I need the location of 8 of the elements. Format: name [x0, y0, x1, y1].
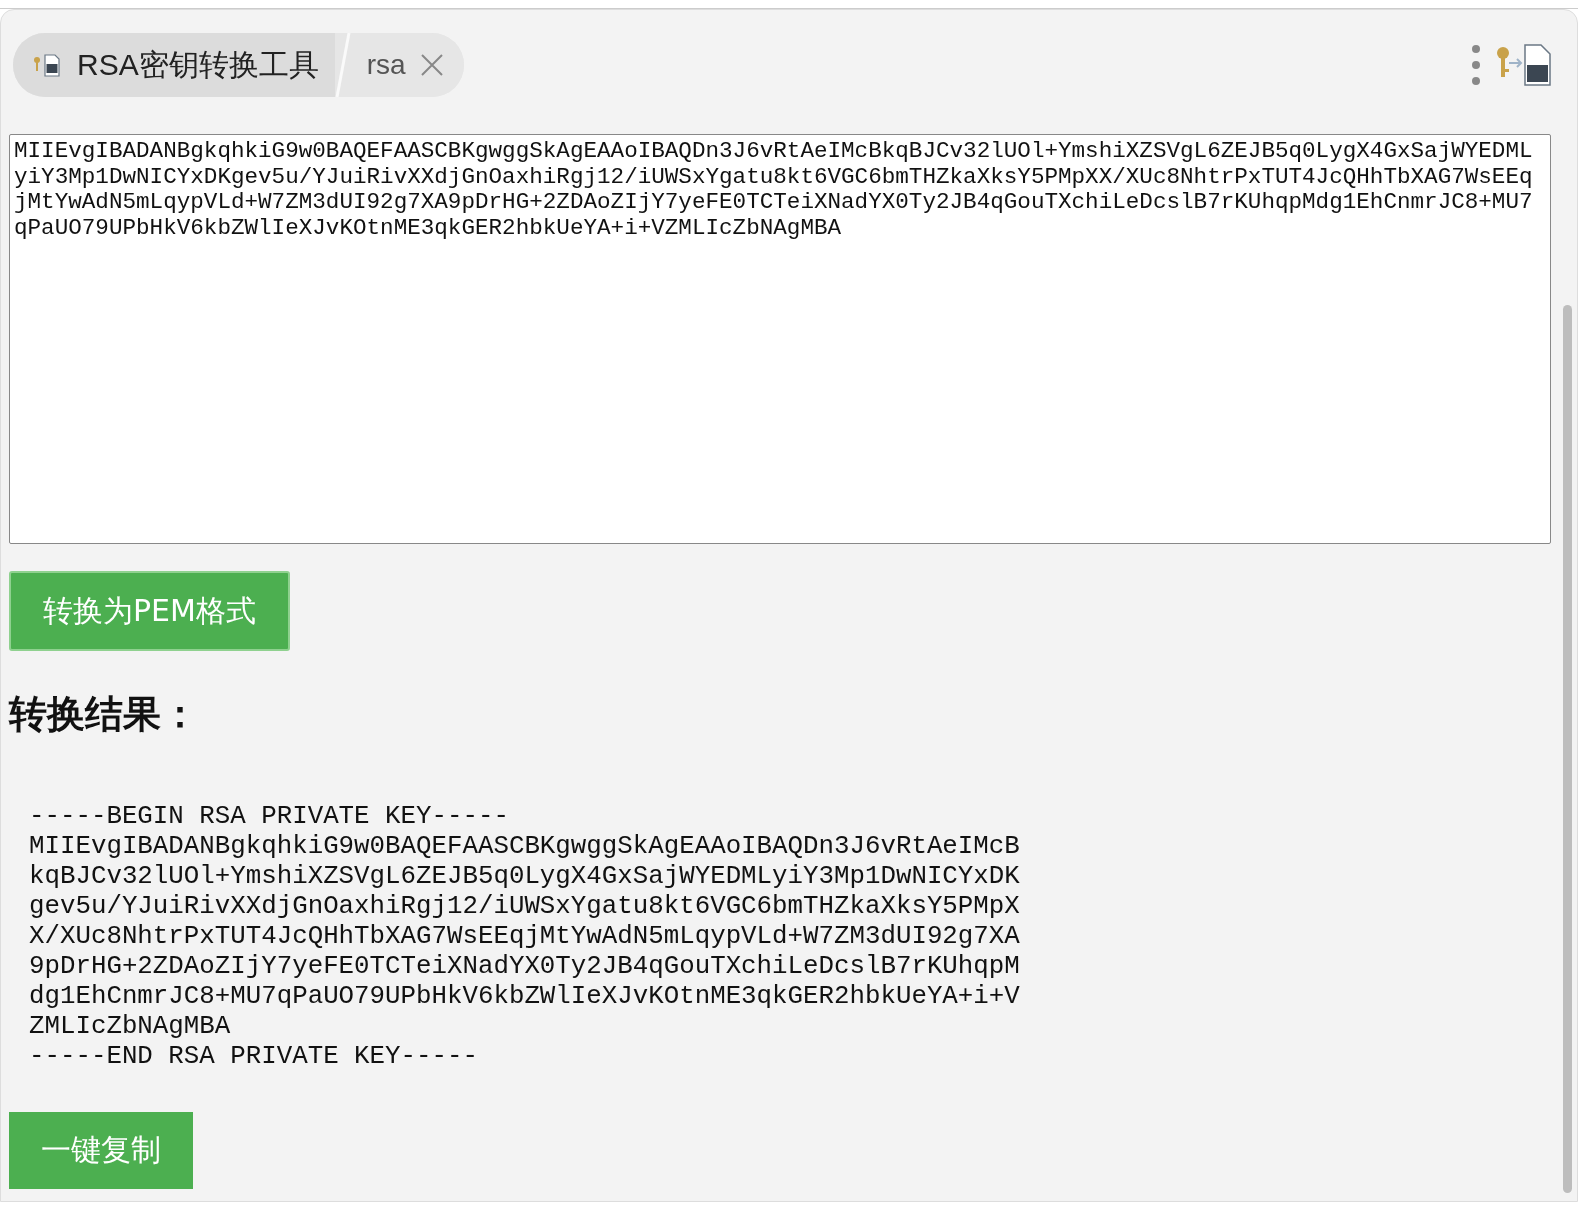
- key-document-icon: [33, 52, 63, 78]
- pem-output-text: -----BEGIN RSA PRIVATE KEY----- MIIEvgIBADANBgkqhkiG9w0BAQEFAASCBKgwggSkAgEAAoIBAQDn3J6vRtAeIMcB kqBJCv32lUOl+YmshiXZSVgL6ZEJB5q0LygX4GxSajWYEDMLyiY3Mp1DwNICYxDK gev5u/YJuiRivXXdjGnOaxhiRgj12/iUWSxYgatu8kt6VGC6bmTHZkaXksY5PMpX X/XUc8NhtrPxTUT4JcQHhTbXAG7WsEEqjMtYwAdN5mLqypVLd+W7ZM3dUI92g7XA 9pDrHG+2ZDAoZIjY7yeFE0TCTeiXNadYX0Ty2JB4qGouTXchiLeDcslB7rKUhqpM dg1EhCnmrJC8+MU7qPaUO79UPbHkV6kbZWlIeXJvKOtnME3qkGER2hbkUeYA+i+V ZMLIcZbNAgMBA -----END RSA PRIVATE KEY-----: [29, 802, 1020, 1072]
- close-icon[interactable]: [419, 53, 444, 77]
- more-icon[interactable]: [1471, 44, 1481, 86]
- key-input-field[interactable]: MIIEvgIBADANBgkqhkiG9w0BAQEFAASCBKgwggSkAgEAAoIBAQDn3J6vRtAeIMcBkqBJCv32lUOl+YmshiXZSVgL6ZEJB5q0LygX4GxSajWYEDMLyiY3Mp1DwNICYxDKgev5u/YJuiRivXXdjGnOaxhiRgj12/iUWSxYgatu8kt6VGC6bmTHZkaXksY5PMpXX/XUc8NhtrPxTUT4JcQHhTbXAG7WsEEqjMtYwAdN5mLqypVLd+W7ZM3dUI92g7XA9pDrHG+2ZDAoZIjY7yeFE0TCTeiXNadYX0Ty2JB4qGouTXchiLeDcslB7rKUhqpMdg1EhCnmrJC8+MU7qPaUO79UPbHkV6kbZWlIeXJvKOtnME3qkGER2hbkUeYA+i+VZMLIcZbNAgMBA: [9, 134, 1551, 544]
- tab[interactable]: RSA密钥转换工具: [13, 33, 335, 97]
- scrollbar-thumb[interactable]: [1563, 305, 1572, 1193]
- result-heading: 转换结果：: [9, 691, 199, 738]
